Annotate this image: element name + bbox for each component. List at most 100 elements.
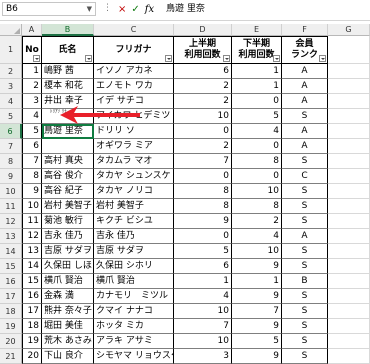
cell-h2[interactable]: 10 [232, 244, 282, 259]
empty-cell[interactable] [328, 289, 370, 304]
cell-no[interactable]: 10 [22, 199, 42, 214]
cell-rank[interactable]: S [282, 244, 328, 259]
column-header[interactable]: A [22, 24, 42, 36]
cell-kana[interactable]: オギワラ ミア [94, 139, 174, 154]
cell-kana[interactable]: 横爪 賢治 [94, 274, 174, 289]
cell-rank[interactable]: S [282, 304, 328, 319]
cell-rank[interactable]: A [282, 94, 328, 109]
row-header[interactable]: 17 [0, 289, 22, 304]
cell-kana[interactable]: 岩村 美智子 [94, 199, 174, 214]
row-header[interactable]: 2 [0, 64, 22, 79]
empty-cell[interactable] [328, 199, 370, 214]
cell-h1[interactable]: 7 [174, 319, 232, 334]
cell-rank[interactable]: B [282, 274, 328, 289]
cell-no[interactable]: 1 [22, 64, 42, 79]
cell-h1[interactable]: 8 [174, 184, 232, 199]
column-header[interactable]: F [282, 24, 328, 36]
cell-name[interactable]: 堀田 美佳 [42, 319, 94, 334]
cell-kana[interactable]: タカヤ ノリコ [94, 184, 174, 199]
cell-h1[interactable]: 5 [174, 244, 232, 259]
cell-kana[interactable]: ドリリ ソ [94, 124, 174, 139]
cell-h1[interactable]: 4 [174, 289, 232, 304]
cell-h2[interactable]: 0 [232, 169, 282, 184]
cell-name[interactable]: 岩村 美智子 [42, 199, 94, 214]
cell-rank[interactable]: S [282, 109, 328, 124]
filter-dropdown-icon[interactable] [273, 55, 280, 62]
filter-dropdown-icon[interactable] [85, 55, 92, 62]
cell-h1[interactable]: 6 [174, 64, 232, 79]
cell-h1[interactable]: 0 [174, 229, 232, 244]
formula-input[interactable]: 鳥遊 里奈 [166, 3, 370, 17]
cell-h2[interactable]: 9 [232, 319, 282, 334]
cell-h1[interactable]: 0 [174, 124, 232, 139]
cell-name[interactable]: 久保田 しほり [42, 259, 94, 274]
cell-h2[interactable]: 5 [232, 109, 282, 124]
cell-h1[interactable]: 2 [174, 94, 232, 109]
cell-name[interactable]: 嶋野 茜 [42, 64, 94, 79]
cell-h2[interactable]: 0 [232, 139, 282, 154]
cell-h1[interactable]: 2 [174, 139, 232, 154]
cell-h2[interactable]: 7 [232, 304, 282, 319]
row-header[interactable]: 1 [0, 36, 22, 64]
insert-function-icon[interactable]: fx [145, 4, 154, 15]
cell-name[interactable]: 榎本 和花 [42, 79, 94, 94]
cell-kana[interactable]: クマイ ナナコ [94, 304, 174, 319]
row-header[interactable]: 21 [0, 349, 22, 364]
cell-kana[interactable]: アラキ アサミ [94, 334, 174, 349]
cell-no[interactable]: 12 [22, 229, 42, 244]
empty-cell[interactable] [328, 244, 370, 259]
cell-h2[interactable]: 4 [232, 229, 282, 244]
cell-h2[interactable]: 8 [232, 199, 282, 214]
cell-h2[interactable]: 10 [232, 184, 282, 199]
cell-kana[interactable]: 吉原 サダヲ [94, 244, 174, 259]
row-header[interactable]: 12 [0, 214, 22, 229]
row-header[interactable]: 9 [0, 169, 22, 184]
cell-rank[interactable]: S [282, 154, 328, 169]
filter-dropdown-icon[interactable] [165, 55, 172, 62]
cell-kana[interactable]: エノモト ワカ [94, 79, 174, 94]
cell-h1[interactable]: 3 [174, 349, 232, 364]
cell-h2[interactable]: 0 [232, 94, 282, 109]
row-header[interactable]: 16 [0, 274, 22, 289]
row-header[interactable]: 20 [0, 334, 22, 349]
empty-cell[interactable] [328, 124, 370, 139]
cell-kana[interactable]: ホッタ ミカ [94, 319, 174, 334]
cell-h1[interactable]: 10 [174, 304, 232, 319]
cell-kana[interactable]: 吉永 佳乃 [94, 229, 174, 244]
cell-name[interactable]: 熊井 奈々子 [42, 304, 94, 319]
empty-cell[interactable] [328, 79, 370, 94]
filter-dropdown-icon[interactable] [33, 55, 40, 62]
empty-cell[interactable] [328, 214, 370, 229]
cell-h1[interactable]: 9 [174, 214, 232, 229]
cell-h2[interactable]: 9 [232, 349, 282, 364]
empty-cell[interactable] [328, 274, 370, 289]
cell-rank[interactable]: S [282, 289, 328, 304]
cell-rank[interactable]: A [282, 64, 328, 79]
cell-rank[interactable]: S [282, 319, 328, 334]
empty-cell[interactable] [328, 169, 370, 184]
name-box[interactable]: B6 ▼ [2, 2, 96, 16]
row-header[interactable]: 4 [0, 94, 22, 109]
cell-kana[interactable]: シモヤマ リョウスケ [94, 349, 174, 364]
cell-rank[interactable]: C [282, 169, 328, 184]
column-header[interactable]: B [42, 24, 94, 36]
row-header[interactable]: 5 [0, 109, 22, 124]
cell-h2[interactable]: 2 [232, 214, 282, 229]
cell-h1[interactable]: 2 [174, 79, 232, 94]
cell-h2[interactable]: 1 [232, 79, 282, 94]
chevron-down-icon[interactable]: ▼ [87, 3, 92, 16]
cell-name[interactable]: 下山 良介 [42, 349, 94, 364]
cell-no[interactable]: 2 [22, 79, 42, 94]
empty-cell[interactable] [328, 304, 370, 319]
cell-h1[interactable]: 0 [174, 169, 232, 184]
row-header[interactable]: 6 [0, 124, 22, 139]
cell-h1[interactable]: 1 [174, 274, 232, 289]
cell-h2[interactable]: 1 [232, 274, 282, 289]
empty-cell[interactable] [328, 334, 370, 349]
cell-no[interactable]: 17 [22, 304, 42, 319]
cell-h2[interactable]: 8 [232, 154, 282, 169]
column-header[interactable]: E [232, 24, 282, 36]
cell-kana[interactable]: カナモリ ミツル [94, 289, 174, 304]
enter-icon[interactable]: ✓ [131, 4, 139, 15]
row-header[interactable]: 3 [0, 79, 22, 94]
